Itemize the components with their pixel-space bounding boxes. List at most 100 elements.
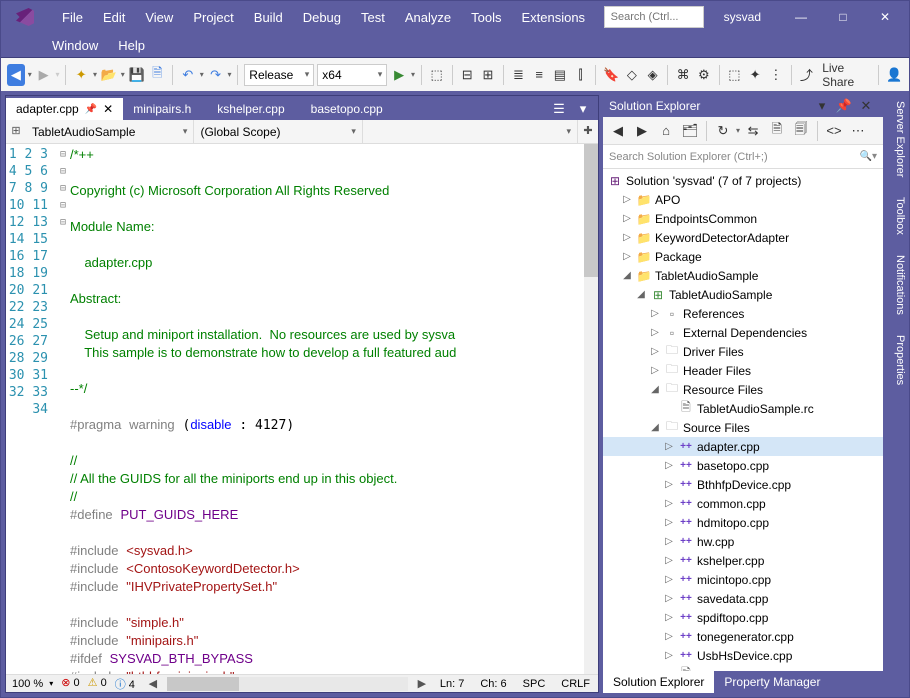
tree-item[interactable]: ▷📁EndpointsCommon	[603, 209, 883, 228]
sol-refresh-icon[interactable]: ↻	[712, 120, 734, 142]
side-tab-properties[interactable]: Properties	[887, 325, 909, 395]
tb-icon-5[interactable]: ≡	[530, 64, 548, 86]
sol-collapse-icon[interactable]: ⇆	[742, 120, 764, 142]
nav-back-button[interactable]: ◀	[7, 64, 25, 86]
tree-item[interactable]: ◢🗀Source Files	[603, 418, 883, 437]
sol-sync-icon[interactable]: 🗂	[679, 120, 701, 142]
tb-icon-4[interactable]: ≣	[510, 64, 528, 86]
sol-code-icon[interactable]: <>	[823, 120, 845, 142]
menu-debug[interactable]: Debug	[294, 7, 350, 28]
tree-item[interactable]: ▷🗀Header Files	[603, 361, 883, 380]
tb-icon-9[interactable]: ◈	[644, 64, 662, 86]
tree-item[interactable]: ▷++hdmitopo.cpp	[603, 513, 883, 532]
feedback-icon[interactable]: 👤	[885, 64, 903, 86]
tb-bookmark-icon[interactable]: 🔖	[602, 64, 620, 86]
tb-icon-3[interactable]: ⊞	[479, 64, 497, 86]
warning-icon[interactable]: ⚠	[88, 677, 98, 689]
tree-item[interactable]: ▷++micintopo.cpp	[603, 570, 883, 589]
liveshare-label[interactable]: Live Share	[818, 61, 872, 89]
menu-build[interactable]: Build	[245, 7, 292, 28]
solution-search[interactable]: Search Solution Explorer (Ctrl+;)	[603, 145, 883, 169]
nav-scope2[interactable]: (Global Scope)	[194, 120, 362, 143]
tb-icon-1[interactable]: ⬚	[428, 64, 446, 86]
sol-back-icon[interactable]: ◀	[607, 120, 629, 142]
tb-icon-13[interactable]: ✦	[746, 64, 764, 86]
error-icon[interactable]: ⊗	[61, 677, 70, 689]
tree-item[interactable]: ▷++adapter.cpp	[603, 437, 883, 456]
start-button[interactable]: ▶	[390, 64, 408, 86]
tree-item[interactable]: ▷++spdiftopo.cpp	[603, 608, 883, 627]
redo-button[interactable]: ↷	[207, 64, 225, 86]
menu-project[interactable]: Project	[184, 7, 242, 28]
editor-tab[interactable]: minipairs.h	[123, 98, 207, 120]
tree-item[interactable]: ▷🗀Driver Files	[603, 342, 883, 361]
tree-item[interactable]: ◢🗀Resource Files	[603, 380, 883, 399]
save-button[interactable]: 💾	[128, 64, 146, 86]
new-project-button[interactable]: ✦	[72, 64, 90, 86]
hscroll-right[interactable]: ▶	[412, 674, 432, 694]
tb-icon-7[interactable]: ⫿	[572, 64, 590, 86]
tab-property-manager[interactable]: Property Manager	[714, 671, 830, 693]
solution-root[interactable]: ⊞Solution 'sysvad' (7 of 7 projects)	[603, 171, 883, 190]
tree-item[interactable]: ▷++UsbHsDevice.cpp	[603, 646, 883, 665]
tree-item[interactable]: ▷▫References	[603, 304, 883, 323]
tree-item[interactable]: ▷++BthhfpDevice.cpp	[603, 475, 883, 494]
panel-dropdown-icon[interactable]: ▾	[811, 95, 833, 117]
sol-show-icon[interactable]: 🗎	[766, 120, 788, 142]
side-tab-notifications[interactable]: Notifications	[887, 245, 909, 325]
menu-analyze[interactable]: Analyze	[396, 7, 460, 28]
tb-icon-6[interactable]: ▤	[551, 64, 569, 86]
open-button[interactable]: 📂	[100, 64, 118, 86]
minimize-button[interactable]: —	[781, 3, 821, 31]
tree-item[interactable]: ▷++common.cpp	[603, 494, 883, 513]
panel-close-icon[interactable]: ✕	[855, 95, 877, 117]
save-all-button[interactable]: 🗎	[148, 64, 166, 86]
menu-help[interactable]: Help	[109, 35, 154, 56]
title-search-input[interactable]	[604, 6, 704, 28]
tree-item[interactable]: ▷++tonegenerator.cpp	[603, 627, 883, 646]
tb-icon-11[interactable]: ⚙	[695, 64, 713, 86]
sol-more-icon[interactable]: ⋯	[847, 120, 869, 142]
config-dropdown[interactable]: Release	[244, 64, 314, 86]
tree-item[interactable]: ▷++savedata.cpp	[603, 589, 883, 608]
tb-icon-14[interactable]: ⋮	[767, 64, 785, 86]
nav-project-icon[interactable]: ⊞	[6, 120, 26, 140]
tree-item[interactable]: ◢📁TabletAudioSample	[603, 266, 883, 285]
editor-tab[interactable]: basetopo.cpp	[301, 98, 399, 120]
tree-item[interactable]: ▷📁Package	[603, 247, 883, 266]
tree-item[interactable]: ▷📁KeywordDetectorAdapter	[603, 228, 883, 247]
liveshare-icon[interactable]: ⤴	[797, 64, 815, 86]
menu-test[interactable]: Test	[352, 7, 394, 28]
nav-fwd-button[interactable]: ▶	[35, 64, 53, 86]
menu-window[interactable]: Window	[43, 35, 107, 56]
editor-tab[interactable]: adapter.cpp📌✕	[6, 98, 123, 120]
side-tab-server[interactable]: Server Explorer	[887, 91, 909, 187]
editor-tab[interactable]: kshelper.cpp	[207, 98, 300, 120]
tb-icon-2[interactable]: ⊟	[458, 64, 476, 86]
tree-item[interactable]: ▷++kshelper.cpp	[603, 551, 883, 570]
tab-solution-explorer[interactable]: Solution Explorer	[603, 671, 714, 693]
tree-item[interactable]: ▷++basetopo.cpp	[603, 456, 883, 475]
sol-copy-icon[interactable]: 🗐	[790, 120, 812, 142]
tree-item[interactable]: ◢⊞TabletAudioSample	[603, 285, 883, 304]
fold-column[interactable]: ⊟ ⊟ ⊟ ⊟ ⊟	[56, 144, 70, 674]
platform-dropdown[interactable]: x64	[317, 64, 387, 86]
tb-icon-10[interactable]: ⌘	[674, 64, 692, 86]
close-button[interactable]: ✕	[865, 3, 905, 31]
info-icon[interactable]: ⓘ	[115, 679, 126, 691]
sol-home-icon[interactable]: ⌂	[655, 120, 677, 142]
zoom-level[interactable]: 100 %	[6, 678, 49, 690]
undo-button[interactable]: ↶	[179, 64, 197, 86]
hscroll-left[interactable]: ◀	[143, 674, 163, 694]
tree-item[interactable]: 🗎TabletAudioSample.rc	[603, 399, 883, 418]
tree-item[interactable]: ▷📁APO	[603, 190, 883, 209]
tree-item[interactable]: ▷▫External Dependencies	[603, 323, 883, 342]
tb-icon-8[interactable]: ◇	[623, 64, 641, 86]
nav-scope3[interactable]	[363, 120, 578, 143]
vertical-scrollbar[interactable]	[584, 144, 598, 674]
menu-file[interactable]: File	[53, 7, 92, 28]
side-tab-toolbox[interactable]: Toolbox	[887, 187, 909, 245]
menu-extensions[interactable]: Extensions	[512, 7, 594, 28]
tab-dropdown-icon[interactable]: ▾	[572, 98, 594, 120]
tb-icon-12[interactable]: ⬚	[726, 64, 744, 86]
